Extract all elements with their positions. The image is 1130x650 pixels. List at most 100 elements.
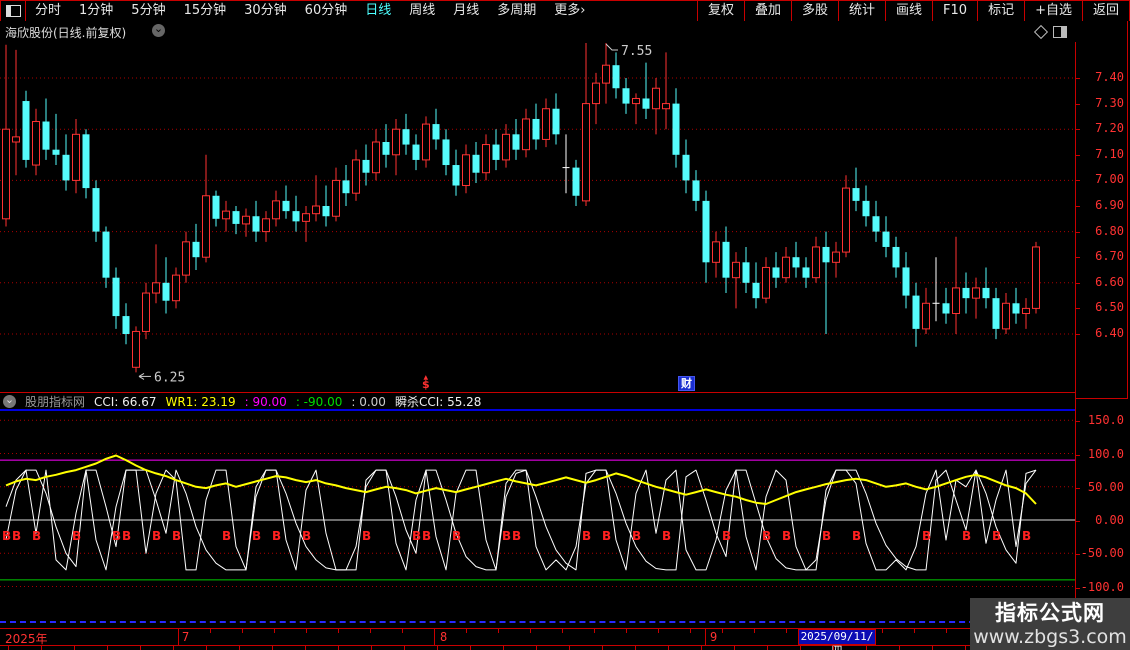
price-label: 7.40 [1095,70,1124,84]
minor-tick [754,629,755,633]
indicator-chart[interactable]: BBBBBBBBBBBBBBBBBBBBBBBBBBBBBBB [0,413,1075,603]
draw-line[interactable]: 画线 [885,1,932,21]
period-weekly[interactable]: 周线 [400,1,444,21]
watermark-url: www.zbgs3.com [973,626,1127,648]
dividend-marker[interactable]: ▲$ [422,376,430,390]
f10-info[interactable]: F10 [932,1,977,21]
titlebar-icons [1036,26,1067,38]
period-monthly[interactable]: 月线 [444,1,488,21]
svg-text:B: B [302,529,311,543]
sub-tick [206,646,207,650]
multi-period[interactable]: 多周期 [488,1,545,21]
watermark: 指标公式网 www.zbgs3.com [970,598,1130,650]
svg-text:B: B [1022,529,1031,543]
svg-text:B: B [2,529,11,543]
svg-text:B: B [412,529,421,543]
zero-value: : 0.00 [351,395,386,409]
month-label: 7 [182,630,189,644]
sub-tick [965,646,966,650]
restore-rights[interactable]: 复权 [697,1,744,21]
back[interactable]: 返回 [1082,1,1129,21]
svg-text:B: B [272,529,281,543]
chevron-down-icon[interactable]: ⌄ [152,24,165,37]
price-label: 6.40 [1095,326,1124,340]
sub-tick [272,646,273,650]
svg-text:B: B [172,529,181,543]
bottom-strip [0,646,1075,650]
price-label: 6.70 [1095,249,1124,263]
axis-tick [1076,104,1080,105]
svg-text:B: B [762,529,771,543]
minor-tick [914,629,915,633]
split-window-icon[interactable] [1053,26,1067,38]
divider-dashed [0,621,1075,623]
title-bar: 海欣股份(日线.前复权) ⌄ [0,21,1130,41]
period-30min[interactable]: 30分钟 [235,1,296,21]
minor-tick [434,629,435,633]
sub-tick [668,646,669,650]
indicator-axis-label: 100.0 [1088,447,1124,461]
more-menu[interactable]: 更多› [545,1,594,21]
sub-tick [140,646,141,650]
svg-text:B: B [602,529,611,543]
axis-tick [1076,180,1080,181]
indicator-axis-label: -100.0 [1081,580,1124,594]
svg-text:B: B [252,529,261,543]
svg-text:7.55: 7.55 [621,44,652,59]
period-1min[interactable]: 1分钟 [70,1,122,21]
svg-text:B: B [452,529,461,543]
time-axis[interactable]: 2025年 2025/09/11/四 789 [0,628,1075,646]
action-nav: 复权叠加多股统计画线F10标记+自选返回 [697,1,1129,21]
period-60min[interactable]: 60分钟 [296,1,357,21]
svg-text:B: B [662,529,671,543]
axis-tick [1076,421,1080,422]
minor-tick [722,629,723,633]
sub-tick [371,646,372,650]
period-fenshi[interactable]: 分时 [26,1,70,21]
minor-tick [242,629,243,633]
minor-tick [274,629,275,633]
sub-tick [470,646,471,650]
sub-tick [833,646,834,650]
svg-text:B: B [822,529,831,543]
sub-tick [74,646,75,650]
axis-tick [1076,334,1080,335]
minor-tick [594,629,595,633]
svg-text:B: B [922,529,931,543]
sub-tick [536,646,537,650]
mark[interactable]: 标记 [977,1,1024,21]
sub-tick [404,646,405,650]
candlestick-chart[interactable]: 7.556.25 ▲$ 财 [0,42,1075,393]
overlay[interactable]: 叠加 [744,1,791,21]
add-watchlist[interactable]: +自选 [1024,1,1082,21]
svg-text:B: B [852,529,861,543]
svg-text:B: B [422,529,431,543]
statistics[interactable]: 统计 [838,1,885,21]
skcci-value: 瞬杀CCI: 55.28 [395,393,482,410]
axis-tick [1076,521,1080,522]
minor-tick [946,629,947,633]
sub-tick [602,646,603,650]
watermark-title: 指标公式网 [995,600,1105,626]
axis-tick [1076,78,1080,79]
sub-tick [8,646,9,650]
axis-tick [1076,129,1080,130]
period-daily[interactable]: 日线 [356,1,400,21]
price-label: 7.20 [1095,121,1124,135]
period-15min[interactable]: 15分钟 [175,1,236,21]
kline-svg: 7.556.25 [0,42,1075,392]
price-label: 7.10 [1095,147,1124,161]
period-5min[interactable]: 5分钟 [122,1,174,21]
collapse-icon[interactable]: ⌄ [3,395,16,408]
svg-text:B: B [632,529,641,543]
window-panel-icon[interactable] [1,1,26,21]
multi-stock[interactable]: 多股 [791,1,838,21]
minor-tick [210,629,211,633]
minor-tick [370,629,371,633]
diamond-icon[interactable] [1034,25,1048,39]
app-window: 分时1分钟5分钟15分钟30分钟60分钟日线周线月线多周期更多› 复权叠加多股统… [0,0,1130,650]
axis-tick [1076,588,1080,589]
finance-marker[interactable]: 财 [679,377,694,390]
sub-tick [503,646,504,650]
svg-text:B: B [782,529,791,543]
